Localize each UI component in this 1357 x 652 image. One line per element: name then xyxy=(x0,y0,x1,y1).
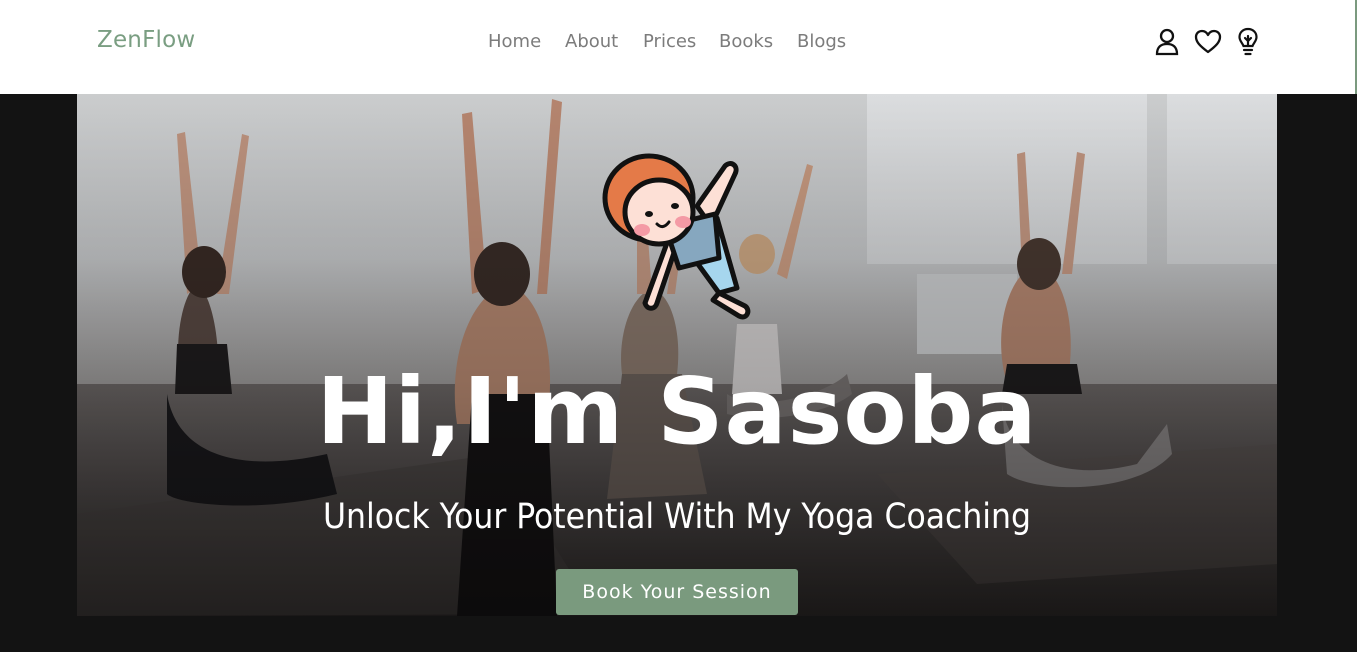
nav-link-blogs[interactable]: Blogs xyxy=(797,31,846,52)
hero-subtitle: Unlock Your Potential With My Yoga Coach… xyxy=(323,497,1031,537)
hero-section: Hi,I'm Sasoba Unlock Your Potential With… xyxy=(77,94,1277,616)
brand-logo[interactable]: ZenFlow xyxy=(97,27,195,53)
top-navbar: ZenFlow Home About Prices Books Blogs xyxy=(0,0,1357,94)
nav-link-prices[interactable]: Prices xyxy=(643,31,696,52)
nav-link-books[interactable]: Books xyxy=(719,31,773,52)
user-icon[interactable] xyxy=(1153,26,1181,58)
nav-link-about[interactable]: About xyxy=(565,31,618,52)
heart-icon[interactable] xyxy=(1194,26,1222,58)
book-session-button[interactable]: Book Your Session xyxy=(556,569,798,615)
lightbulb-icon[interactable] xyxy=(1234,26,1262,58)
hero-title: Hi,I'm Sasoba xyxy=(316,358,1038,465)
yoga-mascot-illustration xyxy=(602,153,751,320)
nav-link-home[interactable]: Home xyxy=(488,31,541,52)
